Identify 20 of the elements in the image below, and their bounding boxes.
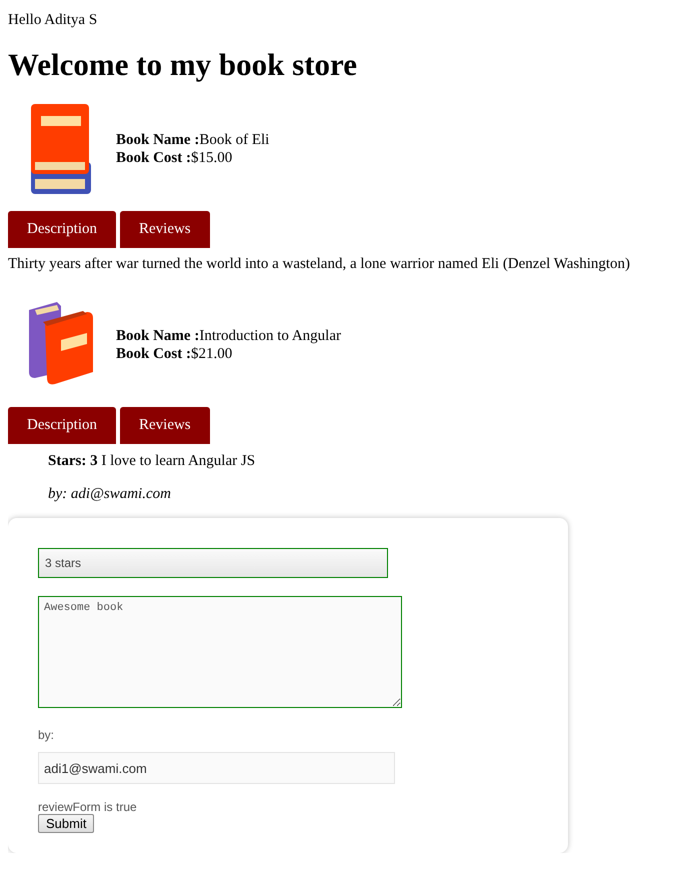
- book-icon: [31, 104, 93, 194]
- stars-select[interactable]: 3 stars: [38, 548, 388, 578]
- submit-button[interactable]: Submit: [38, 814, 94, 833]
- book-name: Book Name :Book of Eli: [116, 131, 270, 149]
- page-heading: Welcome to my book store: [8, 46, 358, 83]
- book-cost: Book Cost :$15.00: [116, 149, 234, 167]
- review-author: by: adi@swami.com: [48, 485, 172, 503]
- comment-field[interactable]: Awesome book: [38, 596, 402, 708]
- tab[interactable]: Description: [8, 211, 116, 248]
- tab[interactable]: Description: [8, 407, 116, 444]
- tab[interactable]: Reviews: [120, 407, 210, 444]
- book-cost: Book Cost :$21.00: [116, 345, 234, 363]
- greeting-text: Hello Aditya S: [8, 12, 98, 30]
- form-status-text: reviewForm is true: [38, 800, 138, 814]
- author-label: by:: [38, 728, 56, 742]
- review-text: Stars: 3 I love to learn Angular JS: [48, 452, 256, 470]
- tab[interactable]: Reviews: [120, 211, 210, 248]
- book-name: Book Name :Introduction to Angular: [116, 327, 341, 345]
- description-text: Thirty years after war turned the world into a wasteland, a lone warrior named Eli (Denzel Washington): [8, 255, 632, 273]
- email-field[interactable]: adi1@swami.com: [38, 752, 395, 784]
